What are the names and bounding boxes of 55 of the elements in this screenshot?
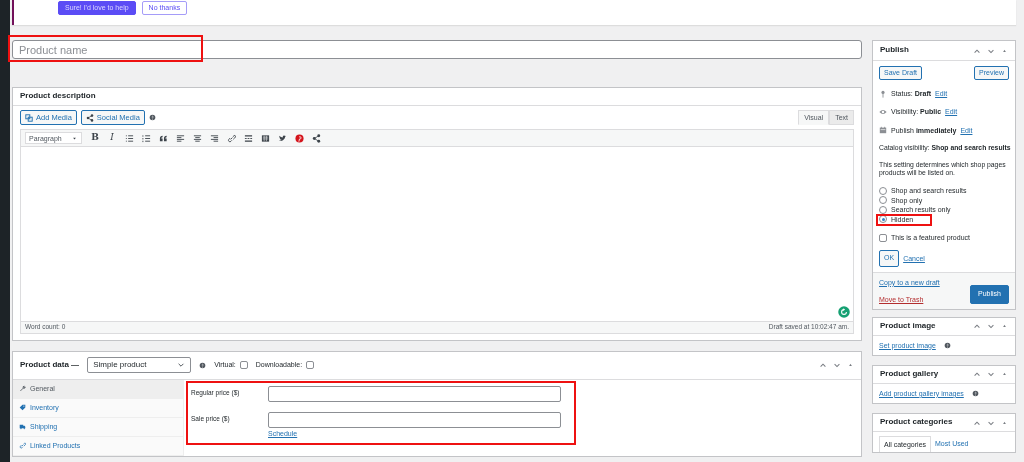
pin-circle-icon[interactable] (294, 133, 304, 143)
checkbox[interactable] (879, 233, 887, 242)
numbered-list-icon[interactable] (141, 133, 151, 143)
bold-button[interactable]: B (87, 131, 103, 146)
radio-button[interactable] (879, 205, 887, 214)
move-up-icon[interactable] (819, 361, 827, 370)
collapse-icon[interactable] (1001, 370, 1008, 378)
align-right-icon[interactable] (209, 133, 219, 143)
align-center-icon[interactable] (192, 133, 202, 143)
eye-icon (879, 108, 887, 117)
media-icon (25, 113, 33, 122)
panel-title: Product image (880, 321, 936, 332)
truck-icon (19, 423, 26, 431)
panel-title: Product categories (880, 417, 953, 428)
read-more-icon[interactable] (243, 133, 253, 143)
help-icon[interactable] (148, 114, 156, 122)
panel-title: Product data — (20, 359, 80, 371)
quote-icon[interactable] (158, 133, 168, 143)
italic-button[interactable]: I (104, 131, 120, 146)
bird-icon[interactable] (277, 133, 287, 143)
price-field[interactable] (268, 411, 561, 428)
bulleted-list-icon[interactable] (124, 133, 134, 143)
radio-button[interactable] (879, 196, 887, 205)
calendar-icon (879, 126, 887, 135)
caret-icon (177, 361, 186, 370)
move-up-icon[interactable] (973, 370, 981, 379)
panel-title: Product description (20, 91, 96, 102)
radio-button[interactable] (879, 186, 887, 195)
help-icon[interactable] (199, 361, 207, 369)
align-left-icon[interactable] (175, 133, 185, 143)
refresh-icon[interactable] (838, 306, 850, 319)
share-icon (85, 113, 94, 122)
grid-icon[interactable] (260, 133, 270, 143)
help-icon[interactable] (971, 389, 979, 397)
tag-icon (19, 404, 26, 412)
move-down-icon[interactable] (987, 322, 995, 331)
product-name-field[interactable]: Product name (12, 40, 862, 59)
wrench-icon (19, 385, 26, 393)
checkbox[interactable] (239, 361, 248, 370)
link-icon[interactable] (226, 133, 236, 143)
move-down-icon[interactable] (833, 361, 841, 370)
pushpin-icon (879, 89, 887, 98)
product-type-select[interactable]: Simple product (87, 357, 192, 374)
help-icon[interactable] (943, 341, 951, 349)
checkbox[interactable] (306, 361, 315, 370)
collapse-icon[interactable] (1001, 322, 1008, 330)
price-field[interactable] (268, 385, 561, 402)
link-icon (19, 442, 26, 450)
collapse-icon[interactable] (847, 361, 854, 369)
move-up-icon[interactable] (973, 322, 981, 331)
panel-title: Publish (880, 45, 909, 56)
panel-title: Product gallery (880, 369, 939, 380)
move-down-icon[interactable] (987, 370, 995, 379)
share-icon[interactable] (311, 133, 321, 143)
radio-button[interactable] (879, 215, 887, 224)
